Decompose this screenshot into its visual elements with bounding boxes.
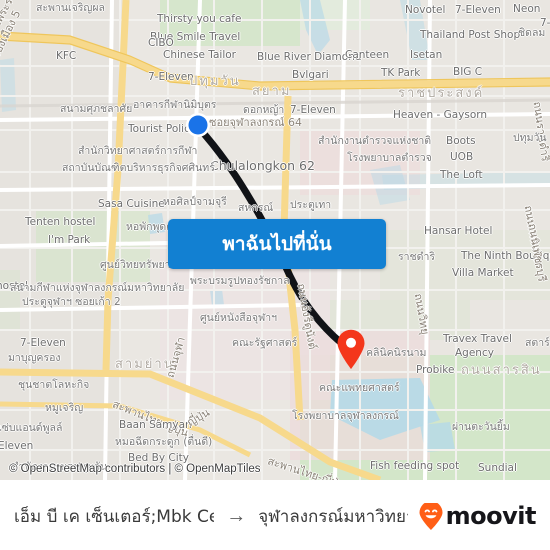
start-location-dot[interactable]: [185, 112, 211, 138]
destination-label: จุฬาลงกรณ์มหาวิทยา...: [258, 506, 407, 527]
moovit-map-screen: .water{fill:#b5d9e8;} .park{fill:#cfe5c4…: [0, 0, 550, 550]
arrow-right-icon: →: [226, 504, 247, 527]
origin-label: เอ็ม บี เค เซ็นเตอร์;Mbk Cen...: [14, 506, 215, 527]
moovit-pin-icon: [419, 502, 443, 530]
take-me-there-button[interactable]: พาฉันไปที่นั่น: [168, 219, 386, 269]
take-me-there-label: พาฉันไปที่นั่น: [222, 233, 332, 255]
moovit-wordmark: moovit: [445, 502, 537, 530]
trip-summary-bar: เอ็ม บี เค เซ็นเตอร์;Mbk Cen... → จุฬาลง…: [0, 480, 550, 550]
destination-pin[interactable]: [336, 329, 366, 369]
map-canvas[interactable]: .water{fill:#b5d9e8;} .park{fill:#cfe5c4…: [0, 0, 550, 480]
map-attribution[interactable]: © OpenStreetMap contributors | © OpenMap…: [9, 463, 261, 475]
moovit-logo[interactable]: moovit: [418, 502, 537, 530]
